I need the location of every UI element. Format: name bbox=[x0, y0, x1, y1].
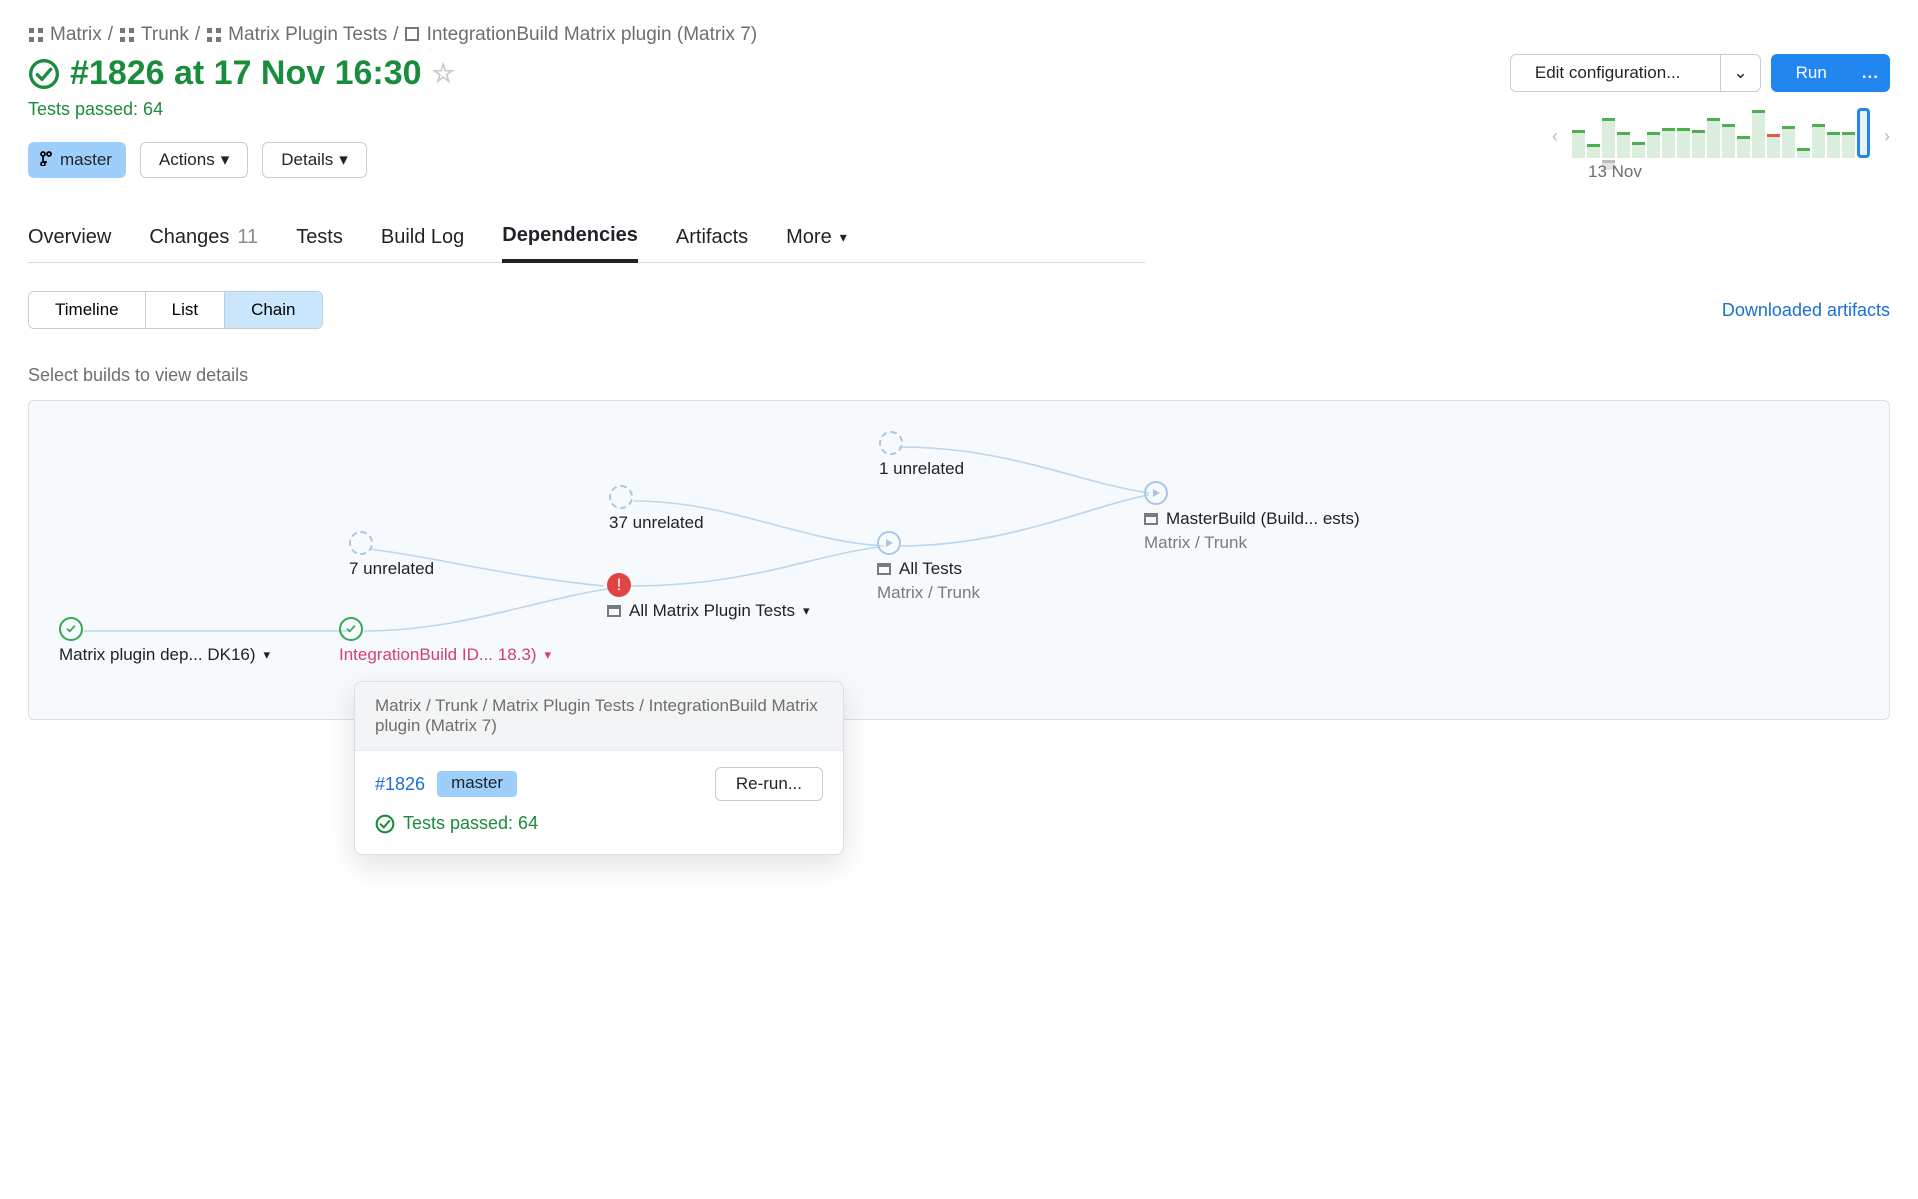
node-label[interactable]: 7 unrelated bbox=[349, 559, 434, 579]
build-history-chart: ‹ › 13 Nov bbox=[1552, 104, 1890, 158]
run-button[interactable]: Run bbox=[1771, 54, 1851, 92]
details-button[interactable]: Details ▾ bbox=[262, 142, 367, 178]
chevron-down-icon: ⌄ bbox=[1733, 63, 1747, 83]
history-bar[interactable] bbox=[1752, 110, 1765, 158]
node-unrelated-icon[interactable] bbox=[609, 485, 633, 509]
node-label[interactable]: MasterBuild (Build... ests) bbox=[1166, 509, 1360, 529]
history-bar[interactable] bbox=[1797, 148, 1810, 158]
success-icon bbox=[28, 58, 60, 90]
buildtype-icon bbox=[1144, 513, 1158, 525]
buildtype-icon bbox=[607, 605, 621, 617]
history-bar[interactable] bbox=[1677, 128, 1690, 158]
node-label-selected[interactable]: IntegrationBuild ID... 18.3) bbox=[339, 645, 537, 665]
view-mode-chain[interactable]: Chain bbox=[225, 292, 321, 328]
history-bar-current[interactable] bbox=[1857, 108, 1870, 158]
tab-more[interactable]: More▾ bbox=[786, 224, 847, 262]
history-bar[interactable] bbox=[1692, 130, 1705, 158]
chevron-down-icon: ▾ bbox=[221, 150, 230, 170]
history-bar[interactable] bbox=[1602, 118, 1615, 158]
breadcrumb-link[interactable]: Trunk bbox=[141, 24, 189, 46]
edit-config-button[interactable]: Edit configuration... bbox=[1510, 54, 1721, 92]
history-bar[interactable] bbox=[1587, 144, 1600, 158]
node-sublabel: Matrix / Trunk bbox=[1144, 533, 1360, 553]
node-unrelated-icon[interactable] bbox=[349, 531, 373, 555]
history-prev[interactable]: ‹ bbox=[1552, 126, 1558, 147]
node-unrelated-icon[interactable] bbox=[879, 431, 903, 455]
tab-overview[interactable]: Overview bbox=[28, 224, 111, 262]
edit-config-split-button: Edit configuration... ⌄ bbox=[1510, 54, 1761, 92]
project-icon bbox=[119, 27, 135, 43]
history-bar[interactable] bbox=[1737, 136, 1750, 158]
history-next[interactable]: › bbox=[1884, 126, 1890, 147]
dependency-graph: Matrix plugin dep... DK16) ▾ 7 unrelated… bbox=[28, 400, 1890, 720]
success-icon bbox=[375, 814, 395, 834]
history-bar[interactable] bbox=[1647, 132, 1660, 158]
tab-artifacts[interactable]: Artifacts bbox=[676, 224, 748, 262]
run-more-button[interactable]: ... bbox=[1851, 54, 1890, 92]
edit-config-dropdown[interactable]: ⌄ bbox=[1720, 54, 1760, 92]
popover-branch-chip[interactable]: master bbox=[437, 771, 517, 797]
tab-tests[interactable]: Tests bbox=[296, 224, 343, 262]
tab-dependencies[interactable]: Dependencies bbox=[502, 224, 638, 263]
breadcrumb-link[interactable]: IntegrationBuild Matrix plugin (Matrix 7… bbox=[427, 24, 758, 46]
changes-count: 11 bbox=[237, 226, 258, 249]
page-title-text: #1826 at 17 Nov 16:30 bbox=[70, 54, 422, 93]
popover-breadcrumb: Matrix / Trunk / Matrix Plugin Tests / I… bbox=[355, 682, 843, 751]
popover-status: Tests passed: 64 bbox=[375, 813, 823, 834]
history-bar[interactable] bbox=[1812, 124, 1825, 158]
downloaded-artifacts-link[interactable]: Downloaded artifacts bbox=[1722, 300, 1890, 321]
history-bar[interactable] bbox=[1707, 118, 1720, 158]
view-mode-segmented: Timeline List Chain bbox=[28, 291, 323, 329]
project-icon bbox=[28, 27, 44, 43]
node-status-success-icon[interactable] bbox=[339, 617, 363, 641]
breadcrumb-link[interactable]: Matrix bbox=[50, 24, 102, 46]
breadcrumb-link[interactable]: Matrix Plugin Tests bbox=[228, 24, 387, 46]
project-icon bbox=[206, 27, 222, 43]
history-bar[interactable] bbox=[1632, 142, 1645, 158]
rerun-button[interactable]: Re-run... bbox=[715, 767, 823, 801]
node-label[interactable]: All Tests bbox=[899, 559, 962, 579]
node-status-success-icon[interactable] bbox=[59, 617, 83, 641]
branch-name: master bbox=[60, 150, 112, 170]
tests-passed-label: Tests passed: 64 bbox=[28, 99, 1490, 120]
hint-text: Select builds to view details bbox=[28, 365, 1890, 386]
node-label[interactable]: 37 unrelated bbox=[609, 513, 704, 533]
chevron-down-icon: ▾ bbox=[840, 229, 847, 246]
node-sublabel: Matrix / Trunk bbox=[877, 583, 980, 603]
chevron-down-icon[interactable]: ▾ bbox=[545, 647, 552, 663]
buildtype-icon bbox=[405, 27, 421, 43]
view-mode-timeline[interactable]: Timeline bbox=[29, 292, 146, 328]
breadcrumb: Matrix / Trunk / Matrix Plugin Tests / I… bbox=[28, 24, 1890, 46]
history-bar[interactable] bbox=[1767, 134, 1780, 158]
node-details-popover: Matrix / Trunk / Matrix Plugin Tests / I… bbox=[354, 681, 844, 855]
node-label[interactable]: All Matrix Plugin Tests bbox=[629, 601, 795, 621]
branch-chip[interactable]: master bbox=[28, 142, 126, 178]
node-status-queued-icon[interactable] bbox=[1144, 481, 1168, 505]
view-mode-list[interactable]: List bbox=[146, 292, 225, 328]
history-bar[interactable] bbox=[1842, 132, 1855, 158]
node-label[interactable]: 1 unrelated bbox=[879, 459, 964, 479]
tab-build-log[interactable]: Build Log bbox=[381, 224, 464, 262]
node-status-queued-icon[interactable] bbox=[877, 531, 901, 555]
favorite-toggle[interactable]: ☆ bbox=[432, 58, 455, 89]
history-bar[interactable] bbox=[1572, 130, 1585, 158]
history-bar[interactable] bbox=[1722, 124, 1735, 158]
history-bar[interactable] bbox=[1827, 132, 1840, 158]
buildtype-icon bbox=[877, 563, 891, 575]
actions-button[interactable]: Actions ▾ bbox=[140, 142, 248, 178]
build-tabs: Overview Changes 11 Tests Build Log Depe… bbox=[28, 224, 1145, 263]
history-bar[interactable] bbox=[1617, 132, 1630, 158]
node-label[interactable]: Matrix plugin dep... DK16) bbox=[59, 645, 256, 665]
node-status-error-icon[interactable]: ! bbox=[607, 573, 631, 597]
tab-changes[interactable]: Changes 11 bbox=[149, 224, 258, 262]
history-date-label: 13 Nov bbox=[1588, 162, 1642, 182]
chevron-down-icon[interactable]: ▾ bbox=[264, 647, 271, 663]
chevron-down-icon[interactable]: ▾ bbox=[803, 603, 810, 619]
branch-icon bbox=[38, 150, 54, 171]
history-bar[interactable] bbox=[1662, 128, 1675, 158]
page-title: #1826 at 17 Nov 16:30 ☆ bbox=[28, 54, 1490, 93]
history-bar[interactable] bbox=[1782, 126, 1795, 158]
popover-build-link[interactable]: #1826 bbox=[375, 774, 425, 795]
chevron-down-icon: ▾ bbox=[339, 150, 348, 170]
